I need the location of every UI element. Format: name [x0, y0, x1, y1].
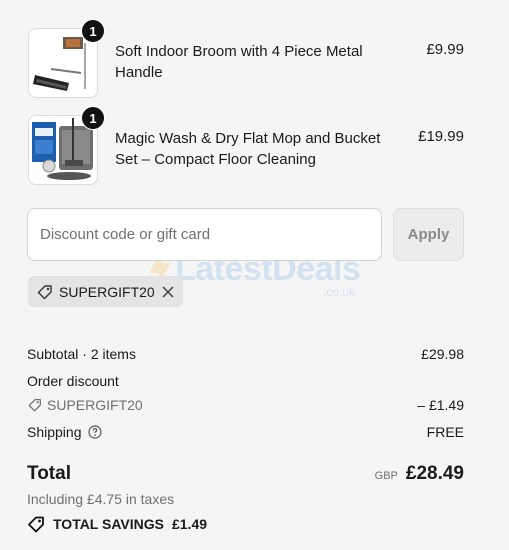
taxes-row: Including £4.75 in taxes — [27, 491, 464, 507]
product-name: Magic Wash & Dry Flat Mop and Bucket Set… — [115, 130, 381, 168]
tag-icon — [28, 399, 41, 412]
order-discount-value: – £1.49 — [417, 397, 464, 413]
applied-code-label: SUPERGIFT20 — [59, 283, 155, 300]
applied-discount-chip: SUPERGIFT20 — [28, 276, 183, 307]
shipping-value: FREE — [426, 424, 464, 440]
order-discount-code: SUPERGIFT20 — [27, 397, 143, 413]
product-name: Soft Indoor Broom with 4 Piece Metal Han… — [115, 43, 363, 81]
quantity-badge: 1 — [81, 19, 105, 43]
shipping-label: Shipping — [27, 424, 82, 440]
taxes-note: Including £4.75 in taxes — [27, 491, 175, 507]
product-price: £9.99 — [426, 41, 464, 58]
order-discount-code-row: SUPERGIFT20 – £1.49 — [27, 397, 464, 413]
apply-button[interactable]: Apply — [393, 208, 464, 261]
total-savings-row: TOTAL SAVINGS £1.49 — [27, 515, 464, 533]
savings-tag-icon — [28, 516, 44, 533]
order-discount-code-label: SUPERGIFT20 — [47, 397, 143, 413]
watermark-subtext: .co.uk — [323, 285, 356, 299]
subtotal-value: £29.98 — [421, 346, 464, 362]
remove-discount-button[interactable] — [161, 285, 175, 299]
order-discount-label: Order discount — [27, 373, 119, 389]
shipping-row: Shipping FREE — [27, 424, 464, 440]
close-icon — [162, 285, 174, 298]
tag-icon — [37, 284, 52, 299]
discount-code-input[interactable] — [27, 208, 382, 261]
product-price: £19.99 — [418, 128, 464, 145]
currency-code: GBP — [374, 470, 398, 482]
order-discount-row: Order discount — [27, 373, 464, 389]
total-amount-group: GBP £28.49 — [375, 463, 464, 485]
help-icon[interactable] — [87, 425, 102, 439]
total-amount: £28.49 — [405, 463, 464, 484]
total-label: Total — [27, 463, 71, 484]
subtotal-label: Subtotal · 2 items — [27, 346, 136, 362]
shipping-label-group: Shipping — [27, 424, 102, 440]
subtotal-row: Subtotal · 2 items £29.98 — [27, 346, 464, 362]
total-savings-label: TOTAL SAVINGS — [53, 516, 164, 532]
line-item: 1 Soft Indoor Broom with 4 Piece Metal H… — [28, 19, 468, 98]
line-item: 1 Magic Wash & Dry Flat Mop and Bucket S… — [28, 106, 468, 185]
total-row: Total GBP £28.49 — [27, 463, 464, 485]
quantity-badge: 1 — [81, 106, 105, 130]
total-savings-value: £1.49 — [171, 516, 208, 532]
